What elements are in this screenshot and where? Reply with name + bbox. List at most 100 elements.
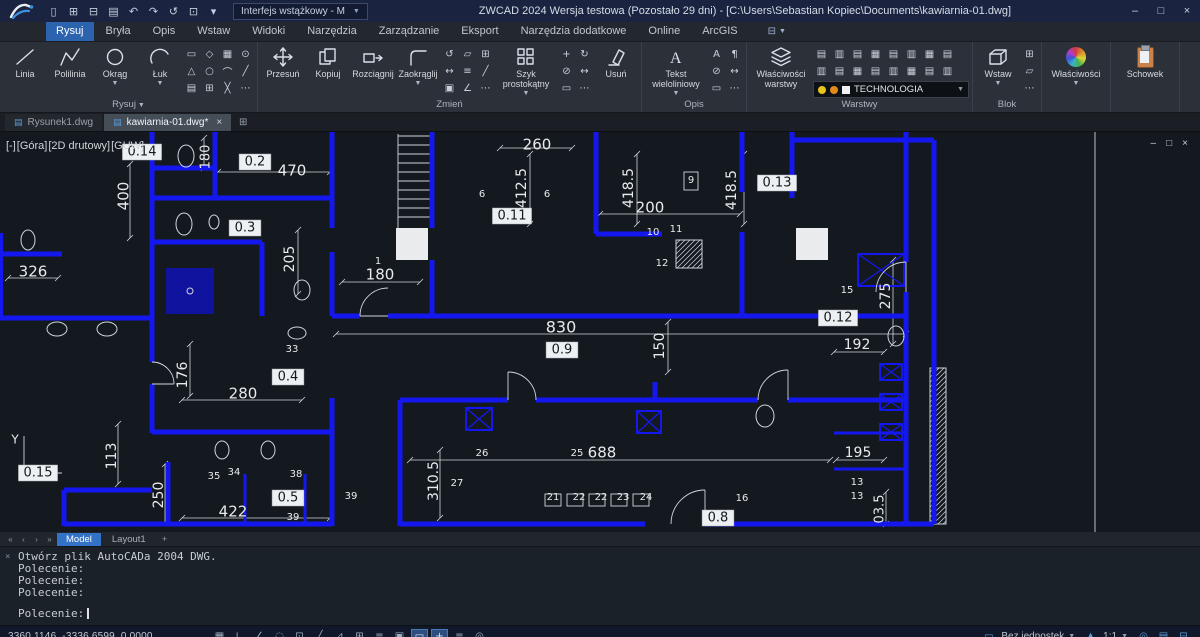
przesun-button[interactable]: Przesuń	[261, 42, 305, 99]
mirror-icon[interactable]: ↔	[441, 63, 458, 79]
close-tab-icon[interactable]: ×	[216, 117, 222, 128]
layer-match-icon[interactable]: ▤	[885, 46, 902, 62]
point-icon[interactable]: ⊙	[237, 46, 254, 62]
layout-nav-icon-3[interactable]: »	[44, 535, 55, 544]
ribbon-style-icon[interactable]: ⊟ ▼	[768, 22, 786, 41]
layer-copy-icon[interactable]: ▥	[885, 63, 902, 79]
redo-icon[interactable]: ↷	[144, 2, 163, 20]
osnap-icon[interactable]: ◌	[271, 629, 288, 637]
viewport-control-2[interactable]: [2D drutowy]	[48, 140, 110, 152]
grid-icon[interactable]: ▦	[211, 629, 228, 637]
tab-eksport[interactable]: Eksport	[451, 22, 508, 41]
layer-previous-icon[interactable]: ▥	[903, 46, 920, 62]
rozciagnij-button[interactable]: Rozciągnij	[351, 42, 395, 99]
selection-cycling-icon[interactable]: ▭	[411, 629, 428, 637]
snap-icon[interactable]: ⊡	[291, 629, 308, 637]
dynamic-input-icon[interactable]: ⊞	[351, 629, 368, 637]
qat-menu-icon[interactable]: ▾	[204, 2, 223, 20]
workspace-selector[interactable]: Interfejs wstążkowy - M ▼	[233, 3, 368, 20]
drawing-canvas[interactable]: 0.141800.2470400260412.50.1166418.520094…	[0, 132, 1200, 532]
maximize-button[interactable]: □	[1148, 0, 1174, 22]
viewport-control-3[interactable]: [GUW]	[111, 140, 144, 152]
ortho-icon[interactable]: ∟	[231, 629, 248, 637]
create-block-icon[interactable]: ⊞	[1021, 46, 1038, 62]
tab-widoki[interactable]: Widoki	[242, 22, 295, 41]
polilinia-button[interactable]: Polilinia	[48, 42, 92, 99]
close-button[interactable]: ×	[1174, 0, 1200, 22]
open-file-icon[interactable]: ⊞	[64, 2, 83, 20]
wlasciwosci-warstwy-button[interactable]: Właściwości warstwy	[750, 42, 812, 99]
more-block-icon[interactable]: ⋯	[1021, 80, 1038, 96]
print-icon[interactable]: ▤	[104, 2, 123, 20]
divide-icon[interactable]: +	[558, 46, 575, 62]
layer-on-all-icon[interactable]: ▥	[813, 63, 830, 79]
layer-more-icon[interactable]: ▥	[939, 63, 956, 79]
tab-opis[interactable]: Opis	[143, 22, 186, 41]
more-modify-icon[interactable]: ⋯	[477, 80, 494, 96]
layer-isolate-icon[interactable]: ▥	[831, 46, 848, 62]
layer-merge-icon[interactable]: ▦	[921, 46, 938, 62]
more-array-icon[interactable]: ⋯	[576, 80, 593, 96]
scale-icon[interactable]: ▣	[441, 80, 458, 96]
doc-restore-icon[interactable]: □	[1166, 138, 1172, 149]
tab-rysuj[interactable]: Rysuj	[46, 22, 94, 41]
rectangle-icon[interactable]: ▭	[183, 46, 200, 62]
new-file-icon[interactable]: ▯	[44, 2, 63, 20]
layout-tab-model[interactable]: Model	[57, 533, 101, 546]
extend-icon[interactable]: ╱	[477, 63, 494, 79]
layer-walk-icon[interactable]: ▤	[939, 46, 956, 62]
region-icon[interactable]: ▤	[183, 80, 200, 96]
usun-button[interactable]: Usuń	[594, 42, 638, 99]
layout-tab-layout1[interactable]: Layout1	[103, 533, 155, 546]
explode-icon[interactable]: ≡	[459, 63, 476, 79]
linear-dim-icon[interactable]: ↔	[726, 63, 743, 79]
transparency-icon[interactable]: ▣	[391, 629, 408, 637]
otrack-icon[interactable]: ╱	[311, 629, 328, 637]
path-array-icon[interactable]: ↻	[576, 46, 593, 62]
chamfer-icon[interactable]: ∠	[459, 80, 476, 96]
doc-tab-rysunek1[interactable]: ▤Rysunek1.dwg	[5, 114, 102, 131]
paragraph-icon[interactable]: ¶	[726, 46, 743, 62]
diameter-dim-icon[interactable]: ⊘	[708, 63, 725, 79]
command-panel[interactable]: × Otwórz plik AutoCADa 2004 DWG.Poleceni…	[0, 547, 1200, 626]
polygon-icon[interactable]: ◇	[201, 46, 218, 62]
doc-tab-kawiarnia-01[interactable]: ▤kawiarnia-01.dwg*×	[104, 114, 231, 131]
layer-current-icon[interactable]: ▤	[867, 63, 884, 79]
add-layout-button[interactable]: +	[157, 534, 173, 545]
layer-states-icon[interactable]: ▤	[921, 63, 938, 79]
trim-icon[interactable]: ⊞	[477, 46, 494, 62]
viewport-control-0[interactable]: [-]	[6, 140, 16, 152]
polar-tracking-icon[interactable]: ∠	[251, 629, 268, 637]
layer-thaw-icon[interactable]: ▤	[831, 63, 848, 79]
layer-off-icon[interactable]: ▤	[813, 46, 830, 62]
more-draw-icon[interactable]: ⋯	[237, 80, 254, 96]
minimize-button[interactable]: –	[1122, 0, 1148, 22]
edit-block-icon[interactable]: ▱	[1021, 63, 1038, 79]
tab-narzedzia-dodatkowe[interactable]: Narzędzia dodatkowe	[511, 22, 637, 41]
regen-icon[interactable]: ↺	[164, 2, 183, 20]
align-icon[interactable]: ▭	[558, 80, 575, 96]
construction-line-icon[interactable]: ╳	[219, 80, 236, 96]
wlasciwosci-button[interactable]: Właściwości▼	[1045, 42, 1107, 99]
break-icon[interactable]: ⊘	[558, 63, 575, 79]
table-icon[interactable]: ⊞	[201, 80, 218, 96]
szyk-prostokatny-button[interactable]: Szyk prostokątny▼	[495, 42, 557, 99]
clean-screen-icon[interactable]: ⊟	[1175, 629, 1192, 637]
units-selector[interactable]: ▭ Bez jednostek ▼	[980, 629, 1075, 637]
tray-settings-icon[interactable]: ▤	[1155, 629, 1172, 637]
tab-wstaw[interactable]: Wstaw	[187, 22, 240, 41]
tab-narzedzia[interactable]: Narzędzia	[297, 22, 367, 41]
linia-button[interactable]: Linia	[3, 42, 47, 99]
dynamic-ucs-icon[interactable]: ⊿	[331, 629, 348, 637]
lengthen-icon[interactable]: ↔	[576, 63, 593, 79]
wstaw-button[interactable]: Wstaw▼	[976, 42, 1020, 99]
doc-close-icon[interactable]: ×	[1182, 138, 1188, 149]
tab-arcgis[interactable]: ArcGIS	[692, 22, 747, 41]
tab-online[interactable]: Online	[638, 22, 690, 41]
layer-freeze-icon[interactable]: ▤	[849, 46, 866, 62]
annotation-scale-selector[interactable]: ▲ 1:1 ▼	[1082, 629, 1128, 637]
layer-unlock-icon[interactable]: ▦	[849, 63, 866, 79]
save-icon[interactable]: ⊟	[84, 2, 103, 20]
hatch-icon[interactable]: ▦	[219, 46, 236, 62]
viewport-control-1[interactable]: [Góra]	[17, 140, 48, 152]
